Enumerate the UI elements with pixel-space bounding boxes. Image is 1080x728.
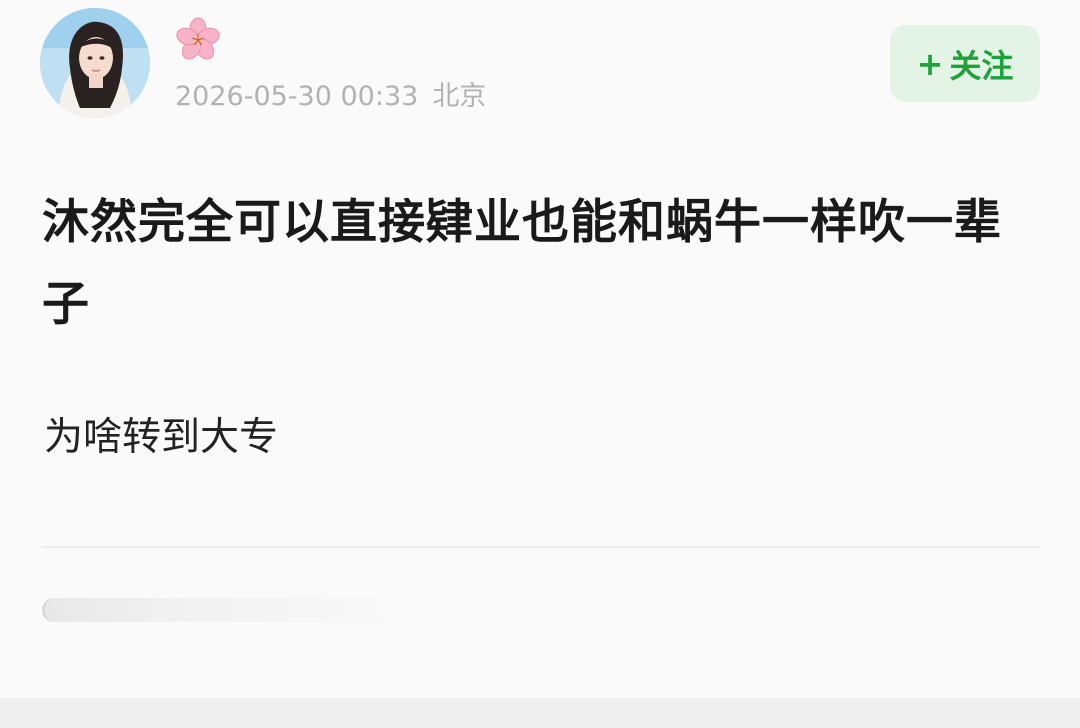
post-title: 沐然完全可以直接肄业也能和蜗牛一样吹一辈子 (42, 195, 1002, 332)
plus-icon: + (916, 44, 944, 83)
follow-button-label: 关注 (949, 46, 1014, 85)
loading-placeholder (42, 598, 418, 622)
cherry-blossom-icon (174, 16, 222, 64)
bottom-strip (0, 698, 1080, 728)
post-timestamp: 2026-05-30 00:33 (175, 81, 419, 112)
follow-button[interactable]: + 关注 (890, 25, 1040, 102)
post-location: 北京 (432, 81, 487, 112)
divider (42, 546, 1040, 548)
post-meta: 2026-05-30 00:33 北京 (175, 74, 486, 113)
avatar-photo-icon (40, 8, 150, 118)
post-body: 为啥转到大专 (44, 415, 279, 460)
avatar[interactable] (40, 8, 150, 118)
post-card: 2026-05-30 00:33 北京 + 关注 沐然完全可以直接肄业也能和蜗牛一… (0, 0, 1080, 698)
